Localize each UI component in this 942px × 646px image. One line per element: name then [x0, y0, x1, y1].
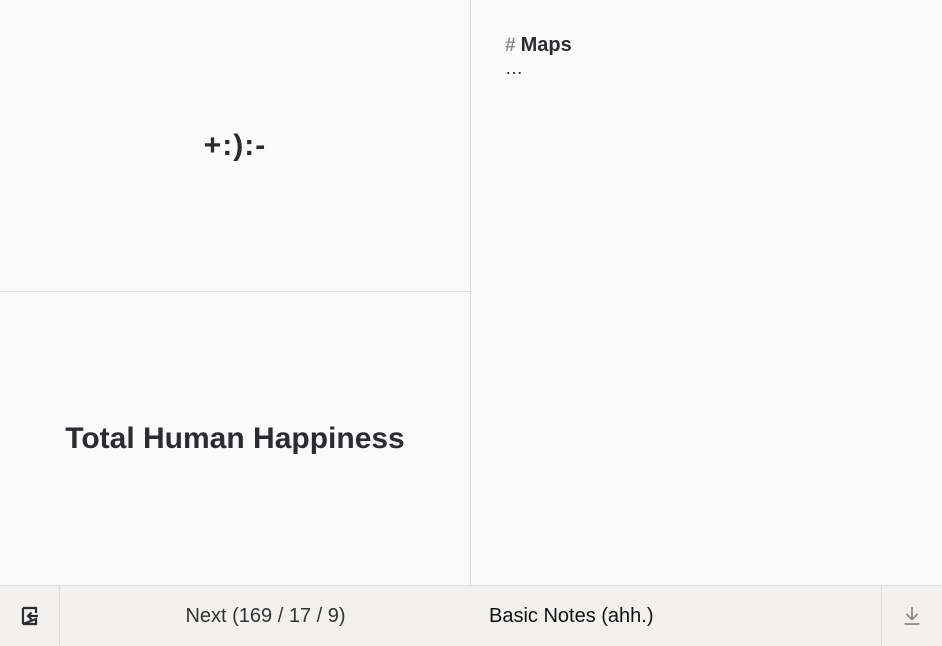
- card-back-text: Total Human Happiness: [65, 422, 405, 455]
- deck-title: Maps: [520, 34, 572, 56]
- exit-button[interactable]: [0, 586, 60, 646]
- hash-icon: #: [505, 35, 516, 56]
- deck-panel: # Maps …: [471, 0, 942, 585]
- download-button[interactable]: [881, 586, 942, 646]
- deck-label[interactable]: Basic Notes (ahh.): [489, 586, 654, 646]
- deck-ellipsis[interactable]: …: [505, 59, 942, 77]
- deck-heading: # Maps: [505, 34, 942, 57]
- next-button[interactable]: Next (169 / 17 / 9): [61, 586, 470, 646]
- card-front: +:):-: [0, 0, 470, 292]
- bottom-bar: Next (169 / 17 / 9) Basic Notes (ahh.): [0, 585, 942, 646]
- exit-icon: [21, 606, 38, 626]
- card-back: Total Human Happiness: [0, 293, 470, 585]
- card-front-text: +:):-: [203, 128, 267, 162]
- download-icon: [904, 607, 920, 625]
- card-panel: +:):- Total Human Happiness: [0, 0, 470, 585]
